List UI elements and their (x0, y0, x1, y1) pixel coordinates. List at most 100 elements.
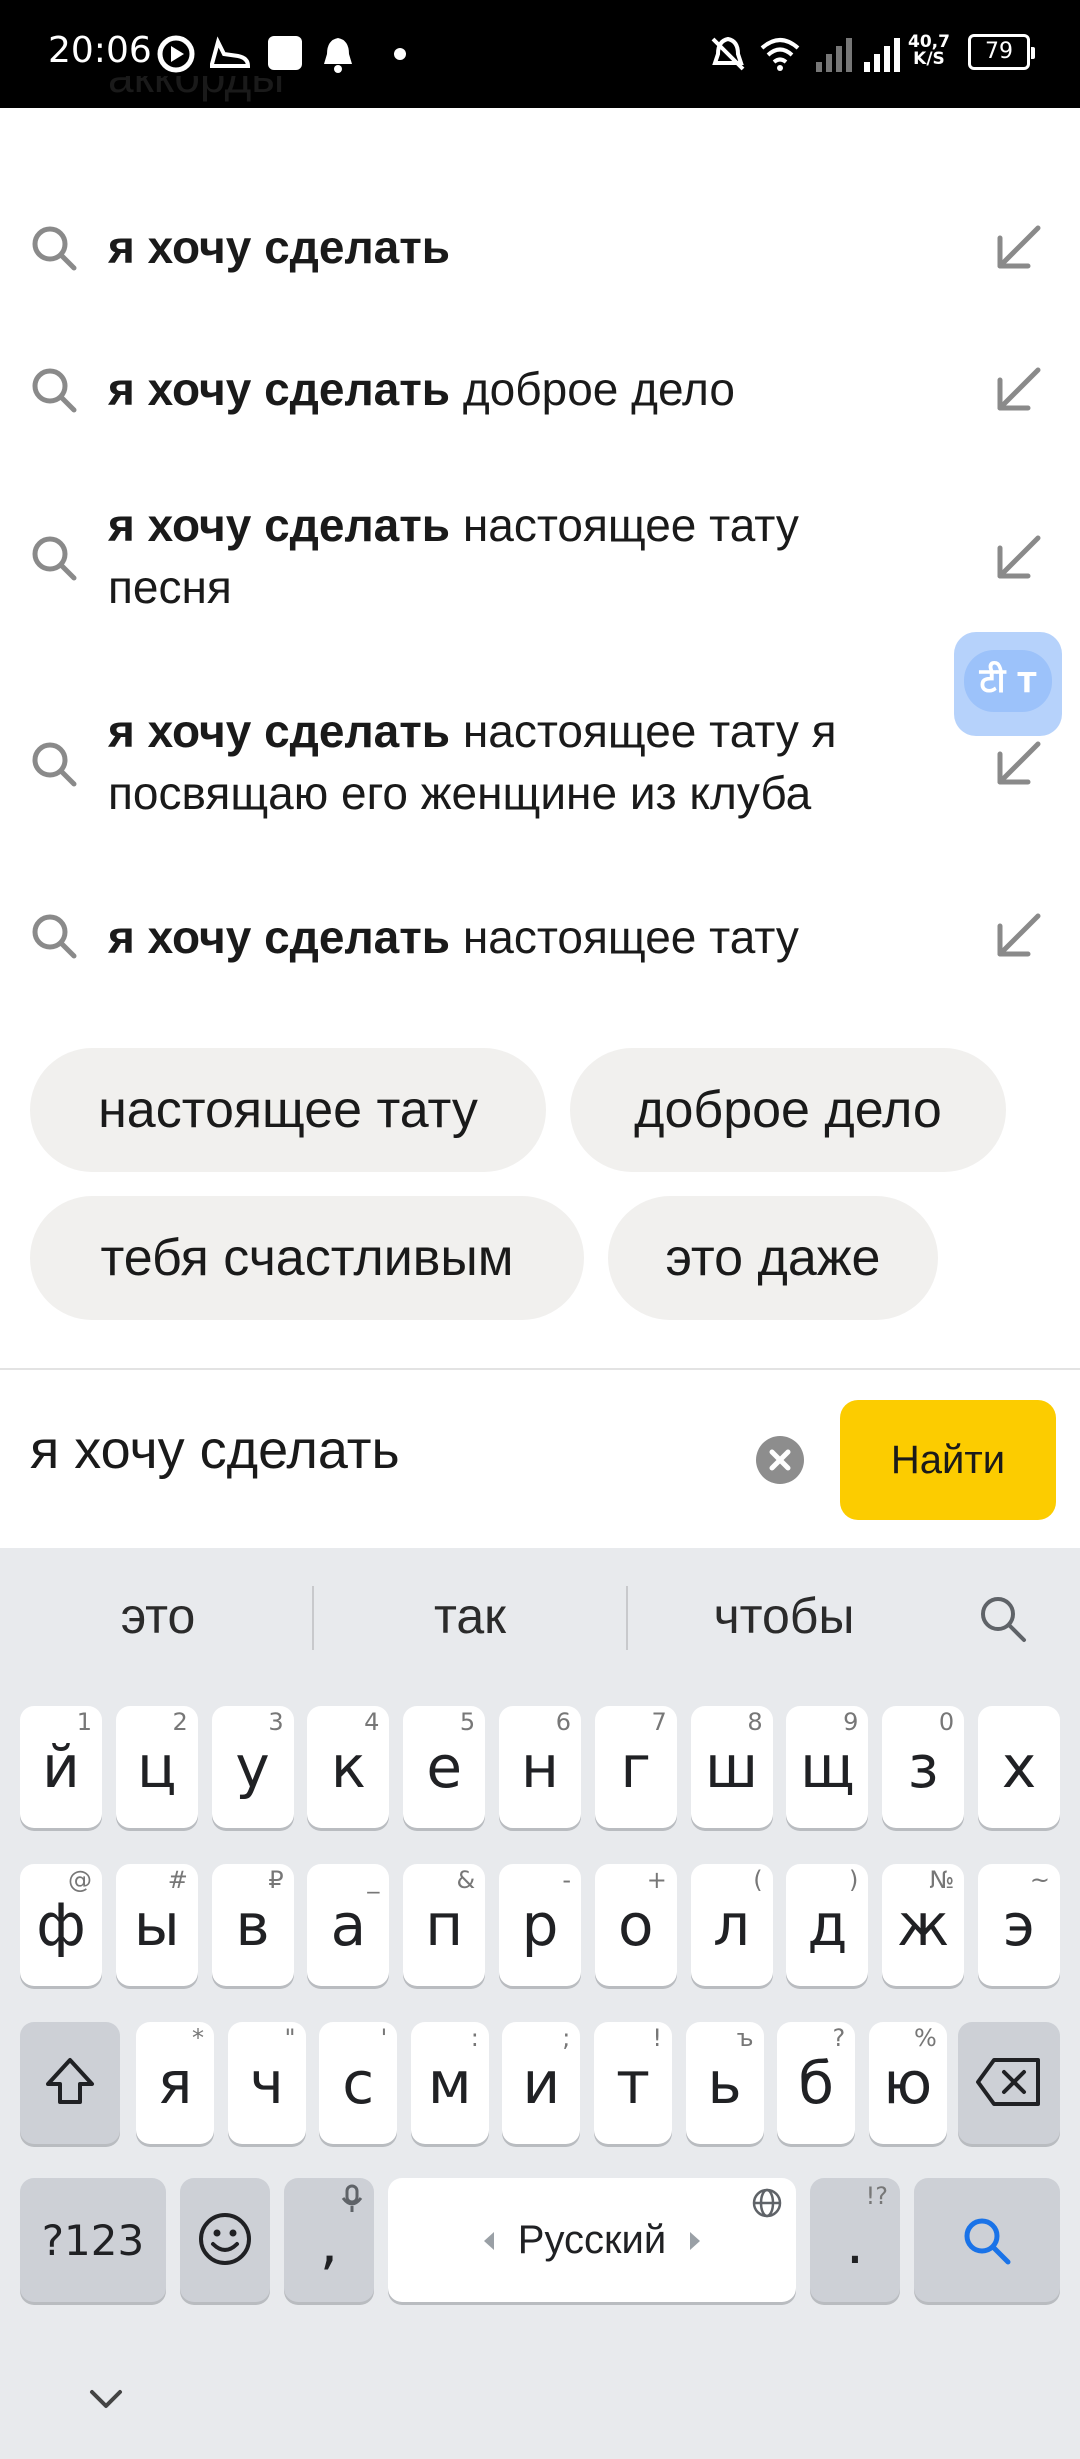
shift-key[interactable] (20, 2022, 120, 2144)
close-icon (769, 1449, 791, 1471)
emoji-icon (199, 2213, 251, 2265)
app-square-icon (268, 36, 302, 70)
key-к[interactable]: 4к (307, 1706, 390, 1828)
key-л[interactable]: (л (690, 1864, 773, 1986)
key-с[interactable]: ' с (319, 2022, 398, 2144)
key-ч[interactable]: " ч (227, 2022, 306, 2144)
notification-bell-icon (324, 38, 352, 73)
key-label: ц (137, 1733, 177, 1801)
key-н[interactable]: 6н (499, 1706, 581, 1828)
key-щ[interactable]: 9щ (786, 1706, 869, 1828)
key-а[interactable]: _ а (307, 1864, 390, 1986)
key-ш[interactable]: 8ш (690, 1706, 773, 1828)
key-и[interactable]: ; и (502, 2022, 581, 2144)
key-в[interactable]: ₽ в (211, 1864, 294, 1986)
key-ц[interactable]: 2ц (115, 1706, 198, 1828)
key-label: ф (36, 1891, 86, 1959)
search-input[interactable]: я хочу сделать (30, 1418, 400, 1482)
key-ф[interactable]: @ ф (20, 1864, 102, 1986)
period-key-label: . (845, 2209, 865, 2277)
search-icon (964, 2218, 1011, 2265)
backspace-key[interactable] (958, 2022, 1060, 2144)
hide-keyboard-chevron-icon[interactable] (86, 2386, 126, 2414)
key-ы[interactable]: # ы (115, 1864, 198, 1986)
network-speed: 40,7 K/S (908, 34, 950, 68)
fill-query-arrow-icon[interactable] (990, 220, 1046, 276)
key-д[interactable]: ) д (786, 1864, 869, 1986)
suggestion-row[interactable]: я хочу сделать настоящее тату песня (0, 490, 1080, 640)
cut-off-suggestion[interactable]: аккорды (108, 76, 284, 132)
key-м[interactable]: :м (410, 2022, 489, 2144)
key-label: п (425, 1891, 464, 1959)
key-е[interactable]: 5е (403, 1706, 486, 1828)
signal-strength-weak-icon (816, 38, 852, 72)
key-label: ь (707, 2049, 742, 2117)
key-label: у (235, 1733, 270, 1801)
key-label: д (807, 1891, 848, 1959)
key-label: е (426, 1733, 463, 1801)
suggestion-text: я хочу сделать настоящее тату (108, 906, 968, 968)
key-ь[interactable]: ъь (685, 2022, 764, 2144)
search-icon (32, 226, 77, 271)
key-label: ж (897, 1891, 950, 1959)
suggestion-row[interactable]: я хочу сделать настоящее тату я посвящаю… (0, 696, 1080, 846)
clear-button[interactable] (756, 1436, 804, 1484)
key-я[interactable]: * я (136, 2022, 214, 2144)
divider (0, 1368, 1080, 1370)
prediction-word[interactable]: это (8, 1584, 308, 1648)
key-х[interactable]: х (978, 1706, 1060, 1828)
suggestion-row[interactable]: я хочу сделать настоящее тату (0, 884, 1080, 1002)
key-г[interactable]: 7г (594, 1706, 677, 1828)
key-label: м (427, 2049, 472, 2117)
key-й[interactable]: 1й (20, 1706, 102, 1828)
more-notifications-dot-icon (394, 48, 406, 60)
suggestion-text: я хочу сделать доброе дело (108, 358, 968, 420)
comma-key[interactable]: , (284, 2178, 374, 2302)
key-ж[interactable]: № ж (882, 1864, 965, 1986)
key-label: ч (249, 2049, 284, 2117)
fill-query-arrow-icon[interactable] (990, 362, 1046, 418)
key-label: т (616, 2049, 650, 2117)
chip[interactable]: доброе дело (570, 1048, 1006, 1172)
key-label: и (522, 2049, 561, 2117)
muted-bell-icon (711, 36, 745, 71)
cut-off-suggestion-text: аккорды (108, 76, 285, 102)
fill-query-arrow-icon[interactable] (990, 736, 1046, 792)
fill-query-arrow-icon[interactable] (990, 908, 1046, 964)
shoe-icon (210, 36, 251, 68)
find-button[interactable]: Найти (840, 1400, 1056, 1520)
emoji-key[interactable] (180, 2178, 270, 2302)
key-label: ы (133, 1891, 180, 1959)
key-э[interactable]: ~ э (978, 1864, 1060, 1986)
key-label: щ (800, 1733, 855, 1801)
key-label: з (907, 1733, 939, 1801)
symbols-key[interactable]: ?123 (20, 2178, 166, 2302)
key-label: ш (705, 1733, 759, 1801)
prediction-word[interactable]: так (320, 1584, 620, 1648)
key-б[interactable]: ? б (777, 2022, 856, 2144)
prediction-word[interactable]: чтобы (634, 1584, 934, 1648)
keyboard-search-icon[interactable] (974, 1590, 1030, 1646)
suggestion-bold-part: я хочу сделать (108, 911, 451, 963)
chip[interactable]: настоящее тату (30, 1048, 546, 1172)
key-о[interactable]: + о (594, 1864, 677, 1986)
key-р[interactable]: -р (499, 1864, 581, 1986)
key-т[interactable]: ! т (594, 2022, 672, 2144)
key-п[interactable]: & п (403, 1864, 486, 1986)
period-key[interactable]: !? . (810, 2178, 900, 2302)
translate-bubble[interactable]: टी T (954, 632, 1062, 736)
prediction-bar: это так чтобы (0, 1548, 1080, 1684)
key-ю[interactable]: % ю (868, 2022, 947, 2144)
key-у[interactable]: 3у (211, 1706, 294, 1828)
screen-record-icon (157, 35, 195, 73)
network-speed-unit: K/S (913, 49, 945, 69)
suggestion-row[interactable]: я хочу сделать (0, 196, 1080, 314)
suggestion-bold-part: я хочу сделать (108, 363, 451, 415)
key-з[interactable]: 0з (882, 1706, 965, 1828)
chip[interactable]: это даже (608, 1196, 938, 1320)
keyboard-enter-search-key[interactable] (914, 2178, 1060, 2302)
space-key[interactable]: Русский (388, 2178, 796, 2302)
fill-query-arrow-icon[interactable] (990, 530, 1046, 586)
chip[interactable]: тебя счастливым (30, 1196, 584, 1320)
suggestion-row[interactable]: я хочу сделать доброе дело (0, 338, 1080, 456)
